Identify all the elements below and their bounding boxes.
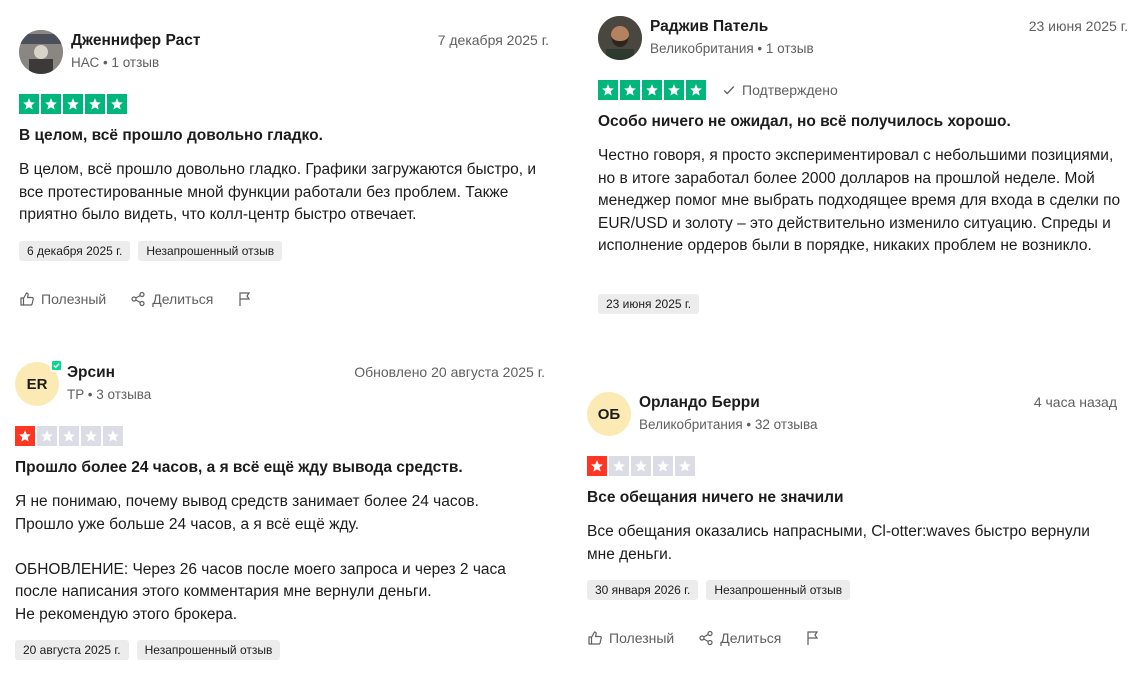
star-icon: [15, 426, 35, 446]
share-icon: [131, 291, 145, 306]
review-card: ER Эрсин TP • 3 отзыва Обновлено 20 авгу…: [15, 359, 545, 660]
star-icon: [63, 94, 83, 114]
verified-text: Подтверждено: [742, 82, 838, 98]
unprompted-review-tag: Незапрошенный отзыв: [138, 240, 283, 261]
review-body-line: ОБНОВЛЕНИЕ: Через 26 часов после моего з…: [15, 560, 506, 601]
reviewer-name[interactable]: Дженнифер Раст: [71, 31, 438, 51]
reviewer-name[interactable]: Раджив Патель: [650, 17, 1029, 37]
share-label: Делиться: [720, 630, 782, 646]
star-icon: [37, 426, 57, 446]
review-body-paragraph: Все обещания оказались напрасными, Cl-ot…: [587, 523, 1090, 563]
review-body-blank: [15, 536, 545, 559]
star-rating: [19, 94, 127, 114]
experience-date-tag: 30 января 2026 г.: [587, 580, 699, 600]
verified-badge-icon: [50, 359, 63, 372]
review-tags: 6 декабря 2025 г. Незапрошенный отзыв: [19, 240, 549, 261]
share-button[interactable]: Делиться: [698, 630, 781, 646]
review-body: Честно говоря, я просто экспериментирова…: [598, 145, 1128, 258]
thumbs-up-icon: [20, 291, 34, 306]
review-title[interactable]: Прошло более 24 часов, а я всё ещё жду в…: [15, 458, 545, 478]
share-button[interactable]: Делиться: [130, 291, 213, 307]
review-card: Раджив Патель Великобритания • 1 отзыв 2…: [598, 14, 1128, 314]
reviewer-name[interactable]: Эрсин: [67, 363, 354, 383]
review-header: Дженнифер Раст НАС • 1 отзыв 7 декабря 2…: [19, 28, 549, 76]
star-icon: [103, 426, 123, 446]
review-header: Раджив Патель Великобритания • 1 отзыв 2…: [598, 14, 1128, 62]
star-rating: [15, 426, 123, 446]
review-body: Все обещания оказались напрасными, Cl-ot…: [587, 521, 1117, 566]
flag-button[interactable]: [805, 630, 827, 646]
review-body: Я не понимаю, почему вывод средств заним…: [15, 491, 545, 626]
review-header: ER Эрсин TP • 3 отзыва Обновлено 20 авгу…: [15, 359, 545, 408]
review-actions: Полезный Делиться: [587, 630, 1117, 646]
star-icon: [107, 94, 127, 114]
flag-icon: [807, 631, 819, 645]
star-icon: [664, 80, 684, 100]
review-body: В целом, всё прошло довольно гладко. Гра…: [19, 159, 549, 227]
checkmark-icon: [723, 86, 735, 95]
avatar-initials: ОБ: [597, 405, 621, 423]
avatar[interactable]: ER: [15, 359, 63, 406]
review-date: 23 июня 2025 г.: [1028, 18, 1128, 34]
review-actions: Полезный Делиться: [19, 291, 549, 307]
avatar[interactable]: [19, 30, 63, 74]
useful-button[interactable]: Полезный: [19, 291, 106, 307]
verified-label[interactable]: Подтверждено: [722, 82, 838, 98]
star-icon: [686, 80, 706, 100]
review-tags: 20 августа 2025 г. Незапрошенный отзыв: [15, 640, 545, 660]
unprompted-review-tag: Незапрошенный отзыв: [706, 580, 851, 600]
star-rating: [598, 80, 706, 100]
review-tags: 30 января 2026 г. Незапрошенный отзыв: [587, 580, 1117, 600]
star-icon: [59, 426, 79, 446]
avatar-initials: ER: [26, 375, 48, 393]
star-icon: [598, 80, 618, 100]
flag-icon: [239, 291, 251, 306]
review-card: Дженнифер Раст НАС • 1 отзыв 7 декабря 2…: [19, 28, 549, 307]
review-body-paragraph: Честно говоря, я просто экспериментирова…: [598, 147, 1121, 254]
reviewer-meta: Великобритания • 1 отзыв: [650, 41, 814, 56]
unprompted-review-tag: Незапрошенный отзыв: [136, 640, 281, 660]
star-rating: [587, 456, 695, 476]
useful-label: Полезный: [609, 630, 675, 646]
star-icon: [41, 94, 61, 114]
reviewer-meta: TP • 3 отзыва: [67, 387, 152, 402]
review-date: 4 часа назад: [1033, 394, 1117, 410]
experience-date-tag: 23 июня 2025 г.: [598, 293, 700, 314]
star-icon: [631, 456, 651, 476]
useful-button[interactable]: Полезный: [587, 630, 674, 646]
star-icon: [609, 456, 629, 476]
review-body-line: Прошло уже больше 24 часов, а я всё ещё …: [15, 515, 360, 533]
review-date: Обновлено 20 августа 2025 г.: [354, 364, 545, 380]
review-card: ОБ Орландо Берри Великобритания • 32 отз…: [587, 390, 1117, 646]
star-icon: [675, 456, 695, 476]
reviewer-meta: Великобритания • 32 отзыва: [639, 417, 818, 432]
star-icon: [620, 80, 640, 100]
share-icon: [699, 630, 713, 646]
useful-label: Полезный: [41, 290, 107, 307]
star-icon: [19, 94, 39, 114]
avatar[interactable]: ОБ: [587, 392, 631, 436]
experience-date-tag: 6 декабря 2025 г.: [19, 240, 131, 261]
experience-date-tag: 20 августа 2025 г.: [15, 640, 129, 660]
review-title[interactable]: В целом, всё прошло довольно гладко.: [19, 126, 549, 146]
review-body-paragraph: В целом, всё прошло довольно гладко. Гра…: [19, 161, 537, 223]
review-tags: 23 июня 2025 г.: [598, 293, 1128, 314]
star-icon: [85, 94, 105, 114]
star-icon: [653, 456, 673, 476]
star-icon: [81, 426, 101, 446]
review-header: ОБ Орландо Берри Великобритания • 32 отз…: [587, 390, 1117, 438]
review-title[interactable]: Все обещания ничего не значили: [587, 488, 1117, 508]
thumbs-up-icon: [588, 631, 602, 645]
star-icon: [587, 456, 607, 476]
share-label: Делиться: [152, 290, 214, 307]
flag-button[interactable]: [237, 291, 259, 307]
reviewer-meta: НАС • 1 отзыв: [71, 55, 160, 70]
review-body-line: Я не понимаю, почему вывод средств заним…: [15, 493, 479, 510]
star-icon: [642, 80, 662, 100]
review-title[interactable]: Особо ничего не ожидал, но всё получилос…: [598, 112, 1128, 132]
avatar[interactable]: [598, 16, 642, 60]
review-body-line: Не рекомендую этого брокера.: [15, 605, 238, 623]
reviewer-name[interactable]: Орландо Берри: [639, 393, 1034, 413]
review-date: 7 декабря 2025 г.: [437, 32, 549, 48]
